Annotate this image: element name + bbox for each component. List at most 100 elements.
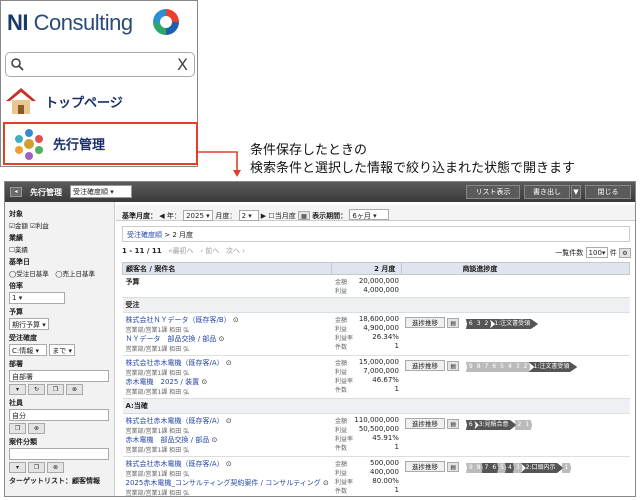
target-list-heading: ターゲットリスト：顧客情報	[9, 477, 100, 485]
search-box[interactable]: X	[5, 52, 195, 77]
current-month-checkbox[interactable]: ☐当月度	[268, 212, 295, 220]
metric-value: 80.00%	[372, 477, 399, 485]
search-conditions-panel: 対象 ☑金額 ☑利益 業績 ☐業績 基準日 ◯受注日基準 ◯売上日基準 倍率 1…	[5, 202, 115, 496]
department-refresh-button[interactable]: ↻	[28, 384, 45, 395]
main-content: 基準月度： ◀ 年： 2025 ▾ 月度： 2 ▾ ▶ ☐当月度 ▦ 表示期間：…	[116, 202, 635, 496]
progress-history-button[interactable]: 進捗推移	[404, 418, 445, 429]
business-checkbox[interactable]: ☐業績	[9, 244, 110, 254]
customer-info-icon[interactable]: ⊙	[226, 460, 232, 468]
prev-year-button[interactable]: ◀	[159, 212, 164, 220]
group-header-row: 受注	[122, 297, 630, 313]
project-link[interactable]: 赤木電機 部品交換 / 部品	[126, 436, 210, 444]
case-category-input[interactable]	[9, 448, 109, 460]
case-dropdown-button[interactable]: ▾	[9, 462, 26, 473]
window-toolbar: ◂ 先行管理 受注確度順 ▾ リスト表示 書き出し ▼ 閉じる	[5, 182, 635, 202]
progress-stage-chip: 1	[561, 463, 572, 473]
month-select[interactable]: 2 ▾	[238, 210, 259, 221]
advance-management-window: ◂ 先行管理 受注確度順 ▾ リスト表示 書き出し ▼ 閉じる 対象 ☑金額 ☑…	[4, 181, 636, 497]
project-info-icon[interactable]: ⊙	[323, 479, 329, 487]
department-clear-button[interactable]: ⊗	[66, 384, 83, 395]
company-logo: NI Consulting	[7, 7, 133, 39]
chart-icon[interactable]: ▤	[447, 419, 460, 429]
metric-label: 件数	[334, 488, 347, 495]
customer-link[interactable]: 株式会社赤木電機（既存客/A）	[126, 460, 224, 468]
collapse-sidebar-icon[interactable]: ◂	[10, 187, 22, 197]
case-clear-button[interactable]: ⊗	[47, 462, 64, 473]
customer-info-icon[interactable]: ⊙	[233, 316, 239, 324]
customer-link[interactable]: 株式会社赤木電機（既存客/A）	[126, 359, 224, 367]
close-button[interactable]: 閉じる	[585, 185, 631, 199]
project-info-icon[interactable]: ⊙	[212, 436, 218, 444]
project-owner: 営業部/営業1課 栢田 弘	[125, 389, 190, 396]
callout-line-2: 検索条件と選択した情報で絞り込まれた状態で開きます	[250, 161, 576, 176]
nav-item-top-page[interactable]: トップページ	[5, 83, 195, 119]
list-view-button[interactable]: リスト表示	[466, 185, 520, 199]
next-page-link[interactable]: 次へ ›	[226, 247, 245, 255]
per-page-select[interactable]: 100▾	[585, 247, 608, 258]
employee-copy-button[interactable]: ❐	[9, 423, 26, 434]
view-select[interactable]: 受注確度順 ▾	[70, 185, 132, 198]
chart-icon[interactable]: ▤	[447, 462, 460, 472]
nav-panel: NI Consulting X トップページ 先行管理	[0, 0, 198, 167]
base-date-radios[interactable]: ◯受注日基準 ◯売上日基準	[9, 268, 110, 278]
department-dropdown-button[interactable]: ▾	[9, 384, 26, 395]
progress-history-button[interactable]: 進捗推移	[404, 360, 445, 371]
probability-from-select[interactable]: C:情報 ▾	[9, 344, 47, 356]
employee-clear-button[interactable]: ⊗	[28, 423, 45, 434]
pagination: 1 - 11 / 11 «最初へ ‹ 前へ 次へ ›	[122, 246, 245, 256]
department-input[interactable]: 自部署	[9, 370, 109, 382]
export-dropdown-button[interactable]: ▼	[571, 185, 581, 199]
case-copy-button[interactable]: ❐	[28, 462, 45, 473]
next-month-button[interactable]: ▶	[261, 212, 266, 220]
col-customer-project[interactable]: 顧客名 / 案件名	[121, 262, 333, 275]
year-select[interactable]: 2025 ▾	[183, 210, 214, 221]
amount-checkbox[interactable]: ☑金額	[9, 222, 28, 230]
metric-label: 金額	[334, 317, 347, 324]
multiplier-heading: 倍率	[9, 282, 23, 290]
clear-icon[interactable]: X	[177, 55, 188, 74]
customer-link[interactable]: 株式会社ＮＹデータ（既存客/B）	[126, 316, 231, 324]
project-info-icon[interactable]: ⊙	[219, 335, 225, 343]
group-name: A:当確	[122, 398, 630, 414]
profit-checkbox[interactable]: ☑利益	[30, 222, 49, 230]
metric-label: 利益	[334, 326, 347, 333]
customer-owner: 営業部/営業1課 栢田 弘	[125, 428, 190, 435]
chart-icon[interactable]: ▤	[447, 318, 460, 328]
breadcrumb: 受注確度順 > 2 月度	[122, 226, 630, 242]
department-copy-button[interactable]: ❐	[47, 384, 64, 395]
metric-value: 18,600,000	[358, 315, 399, 323]
budget-select[interactable]: 期行予算 ▾	[9, 318, 49, 330]
customer-info-icon[interactable]: ⊙	[226, 359, 232, 367]
metric-value: 1	[394, 443, 399, 451]
customer-link[interactable]: 株式会社赤木電機（既存客/A）	[126, 417, 224, 425]
period-select[interactable]: 6ヶ月 ▾	[349, 209, 390, 220]
progress-stage-chip: 2:口頭内示	[520, 463, 564, 473]
prev-page-link[interactable]: ‹ 前へ	[200, 247, 219, 255]
metric-value: 45.91%	[372, 434, 399, 442]
target-heading: 対象	[9, 210, 23, 218]
export-button[interactable]: 書き出し	[524, 185, 570, 199]
employee-input[interactable]: 自分	[9, 409, 109, 421]
project-info-icon[interactable]: ⊙	[201, 378, 207, 386]
project-link[interactable]: ＮＹデータ 部品交換 / 部品	[126, 335, 217, 343]
probability-to-select[interactable]: まで ▾	[49, 344, 76, 356]
metric-value: 15,000,000	[358, 358, 399, 366]
logo-mark-icon	[153, 9, 179, 35]
project-link[interactable]: 赤木電機 2025 / 装置	[126, 378, 200, 386]
settings-icon[interactable]: ⚙	[619, 248, 631, 258]
nav-item-advance-management[interactable]: 先行管理	[3, 122, 198, 165]
progress-history-button[interactable]: 進捗推移	[404, 461, 445, 472]
chart-icon[interactable]: ▤	[447, 361, 460, 371]
progress-history-button[interactable]: 進捗推移	[404, 317, 445, 328]
metric-label: 利益	[334, 427, 347, 434]
project-link[interactable]: 2025赤木電機_コンサルティング契約案件 / コンサルティング	[126, 479, 321, 487]
first-page-link[interactable]: «最初へ	[168, 247, 193, 255]
department-heading: 部署	[9, 360, 23, 368]
breadcrumb-link[interactable]: 受注確度順	[127, 231, 162, 239]
nav-top-label: トップページ	[45, 95, 123, 111]
calendar-icon[interactable]: ▦	[297, 211, 310, 220]
project-owner: 営業部/営業1課 栢田 弘	[125, 447, 190, 454]
multiplier-select[interactable]: 1 ▾	[9, 292, 65, 304]
customer-info-icon[interactable]: ⊙	[226, 417, 232, 425]
metric-value: 50,500,000	[358, 425, 399, 433]
